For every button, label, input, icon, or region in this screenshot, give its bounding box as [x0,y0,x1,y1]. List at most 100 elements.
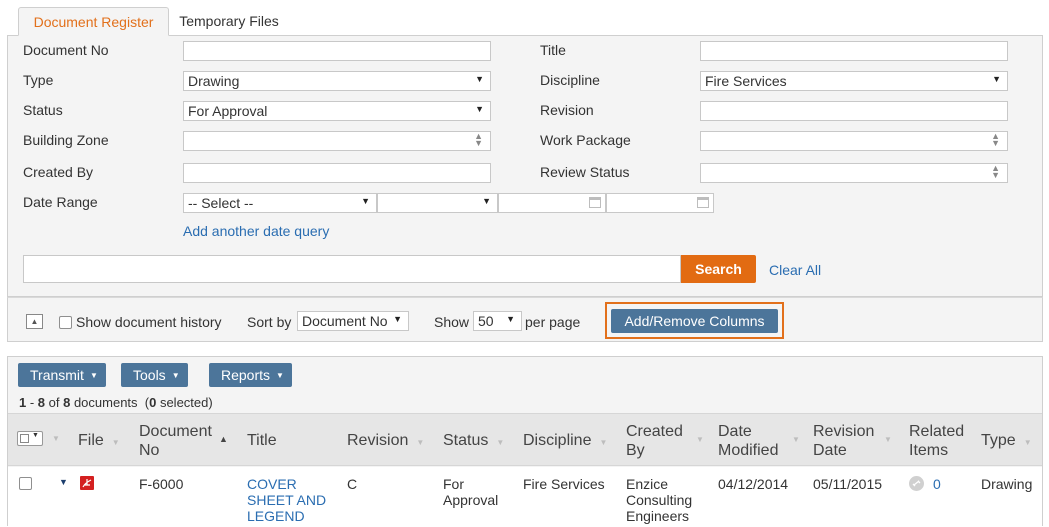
calendar-icon[interactable] [589,197,601,208]
status-select[interactable]: For Approval ▼ [183,101,491,121]
results-summary: 1 - 8 of 8 documents (0 selected) [19,395,213,410]
column-menu-icon: ▼ [496,438,505,447]
tools-label: Tools [133,367,166,383]
cell-discipline: Fire Services [523,476,605,492]
tab-document-register[interactable]: Document Register [18,7,169,36]
chevron-down-icon: ▼ [506,314,515,324]
summary-selected: 0 [149,395,157,410]
column-header-file[interactable]: File ▼ [78,431,120,452]
building-zone-select[interactable]: ▲ ▼ [183,131,491,151]
cell-type: Drawing [981,476,1033,492]
column-revision-label: Revision [347,432,409,449]
show-history-checkbox[interactable] [59,316,72,329]
calendar-icon[interactable] [697,197,709,208]
cell-document-no: F-6000 [139,476,184,492]
caret-down-icon: ▼ [276,371,284,380]
expand-row-icon[interactable]: ▼ [59,477,68,487]
date-field-select[interactable]: -- Select -- ▼ [183,193,377,213]
type-select[interactable]: Drawing ▼ [183,71,491,91]
document-no-label: Document No [23,42,109,58]
date-operator-select[interactable]: ▼ [377,193,498,213]
column-status-label: Status [443,432,489,449]
chevron-down-icon: ▼ [482,196,491,206]
per-page-select[interactable]: 50 ▼ [473,311,522,331]
title-input[interactable] [700,41,1008,61]
column-created-by-label: Created By [626,423,683,459]
column-revision-date-label: Revision Date [813,423,875,459]
column-header-status[interactable]: Status ▼ [443,431,504,452]
document-no-input[interactable] [183,41,491,61]
sort-by-label: Sort by [247,314,292,330]
caret-down-icon: ▼ [171,371,180,380]
transmit-button[interactable]: Transmit ▼ [18,363,106,387]
cell-title-link[interactable]: COVER SHEET AND LEGEND [247,476,337,524]
column-menu-icon[interactable]: ▼ [884,435,892,444]
tab-temporary-files[interactable]: Temporary Files [170,7,288,36]
column-header-revision[interactable]: Revision ▼ [347,431,424,452]
column-header-document-no[interactable]: Document No [139,422,224,460]
chevron-down-icon: ▼ [475,74,484,84]
review-status-select[interactable]: ▲ ▼ [700,163,1008,183]
date-range-label: Date Range [23,194,98,210]
status-select-value: For Approval [188,103,268,119]
chevron-down-icon: ▼ [361,196,370,206]
column-header-created-by[interactable]: Created By [626,422,706,460]
column-header-revision-date[interactable]: Revision Date [813,422,883,460]
cell-status: For Approval [443,476,499,508]
column-header-discipline[interactable]: Discipline ▼ [523,431,607,452]
revision-input[interactable] [700,101,1008,121]
search-input[interactable] [23,255,681,283]
date-from-input[interactable] [498,193,606,213]
column-header-title[interactable]: Title [247,431,277,450]
date-to-input[interactable] [606,193,714,213]
sort-by-select[interactable]: Document No ▼ [297,311,409,331]
select-all-dropdown[interactable]: ▼ [17,431,43,446]
sort-arrows-icon: ▲ ▼ [991,131,1000,148]
status-label: Status [23,102,63,118]
cell-created-by: Enzice Consulting Engineers [626,476,693,524]
options-bar: ▲ Show document history Sort by Document… [7,297,1043,342]
table-row[interactable]: ▼ F-6000 COVER SHEET AND LEGEND C For Ap… [8,467,1042,527]
column-menu-icon[interactable]: ▼ [696,435,704,444]
sort-arrows-icon: ▲ ▼ [474,131,483,148]
column-header-date-modified[interactable]: Date Modified [718,422,788,460]
pdf-icon[interactable] [80,476,94,490]
row-checkbox[interactable] [19,477,32,490]
select-all-checkbox[interactable] [20,434,29,443]
column-menu-icon: ▼ [111,438,120,447]
reports-button[interactable]: Reports ▼ [209,363,292,387]
date-field-select-value: -- Select -- [188,195,254,211]
type-select-value: Drawing [188,73,240,89]
created-by-input[interactable] [183,163,491,183]
column-document-no-label: Document No [139,423,212,459]
cell-revision: C [347,476,358,492]
cell-related-items-count[interactable]: 0 [933,476,941,492]
revision-label: Revision [540,102,594,118]
link-glyph [912,480,921,487]
column-menu-icon[interactable]: ▼ [52,434,60,443]
summary-total: 8 [63,395,71,410]
add-remove-columns-button[interactable]: Add/Remove Columns [611,309,778,333]
discipline-select[interactable]: Fire Services ▼ [700,71,1008,91]
column-header-type[interactable]: Type ▼ [981,431,1032,452]
column-header-related-items[interactable]: Related Items [909,422,969,460]
sort-by-value: Document No [302,313,388,329]
sort-ascending-icon[interactable]: ▲ [219,434,228,444]
chevron-down-icon: ▼ [475,104,484,114]
discipline-label: Discipline [540,72,600,88]
work-package-select[interactable]: ▲ ▼ [700,131,1008,151]
summary-to: 8 [37,395,46,410]
column-discipline-label: Discipline [523,432,592,449]
tools-button[interactable]: Tools ▼ [121,363,188,387]
clear-all-link[interactable]: Clear All [769,262,821,278]
filter-panel: Document No Title Type Drawing ▼ Discipl… [7,35,1043,297]
results-panel: Transmit ▼ Tools ▼ Reports ▼ 1 - 8 of 8 doc… [7,356,1043,527]
add-date-query-link[interactable]: Add another date query [183,223,329,239]
caret-down-icon: ▼ [89,371,98,380]
work-package-label: Work Package [540,132,631,148]
collapse-panel-icon[interactable]: ▲ [26,314,43,329]
column-menu-icon[interactable]: ▼ [792,435,800,444]
search-button[interactable]: Search [681,255,756,283]
column-file-label: File [78,432,104,449]
created-by-label: Created By [23,164,94,180]
